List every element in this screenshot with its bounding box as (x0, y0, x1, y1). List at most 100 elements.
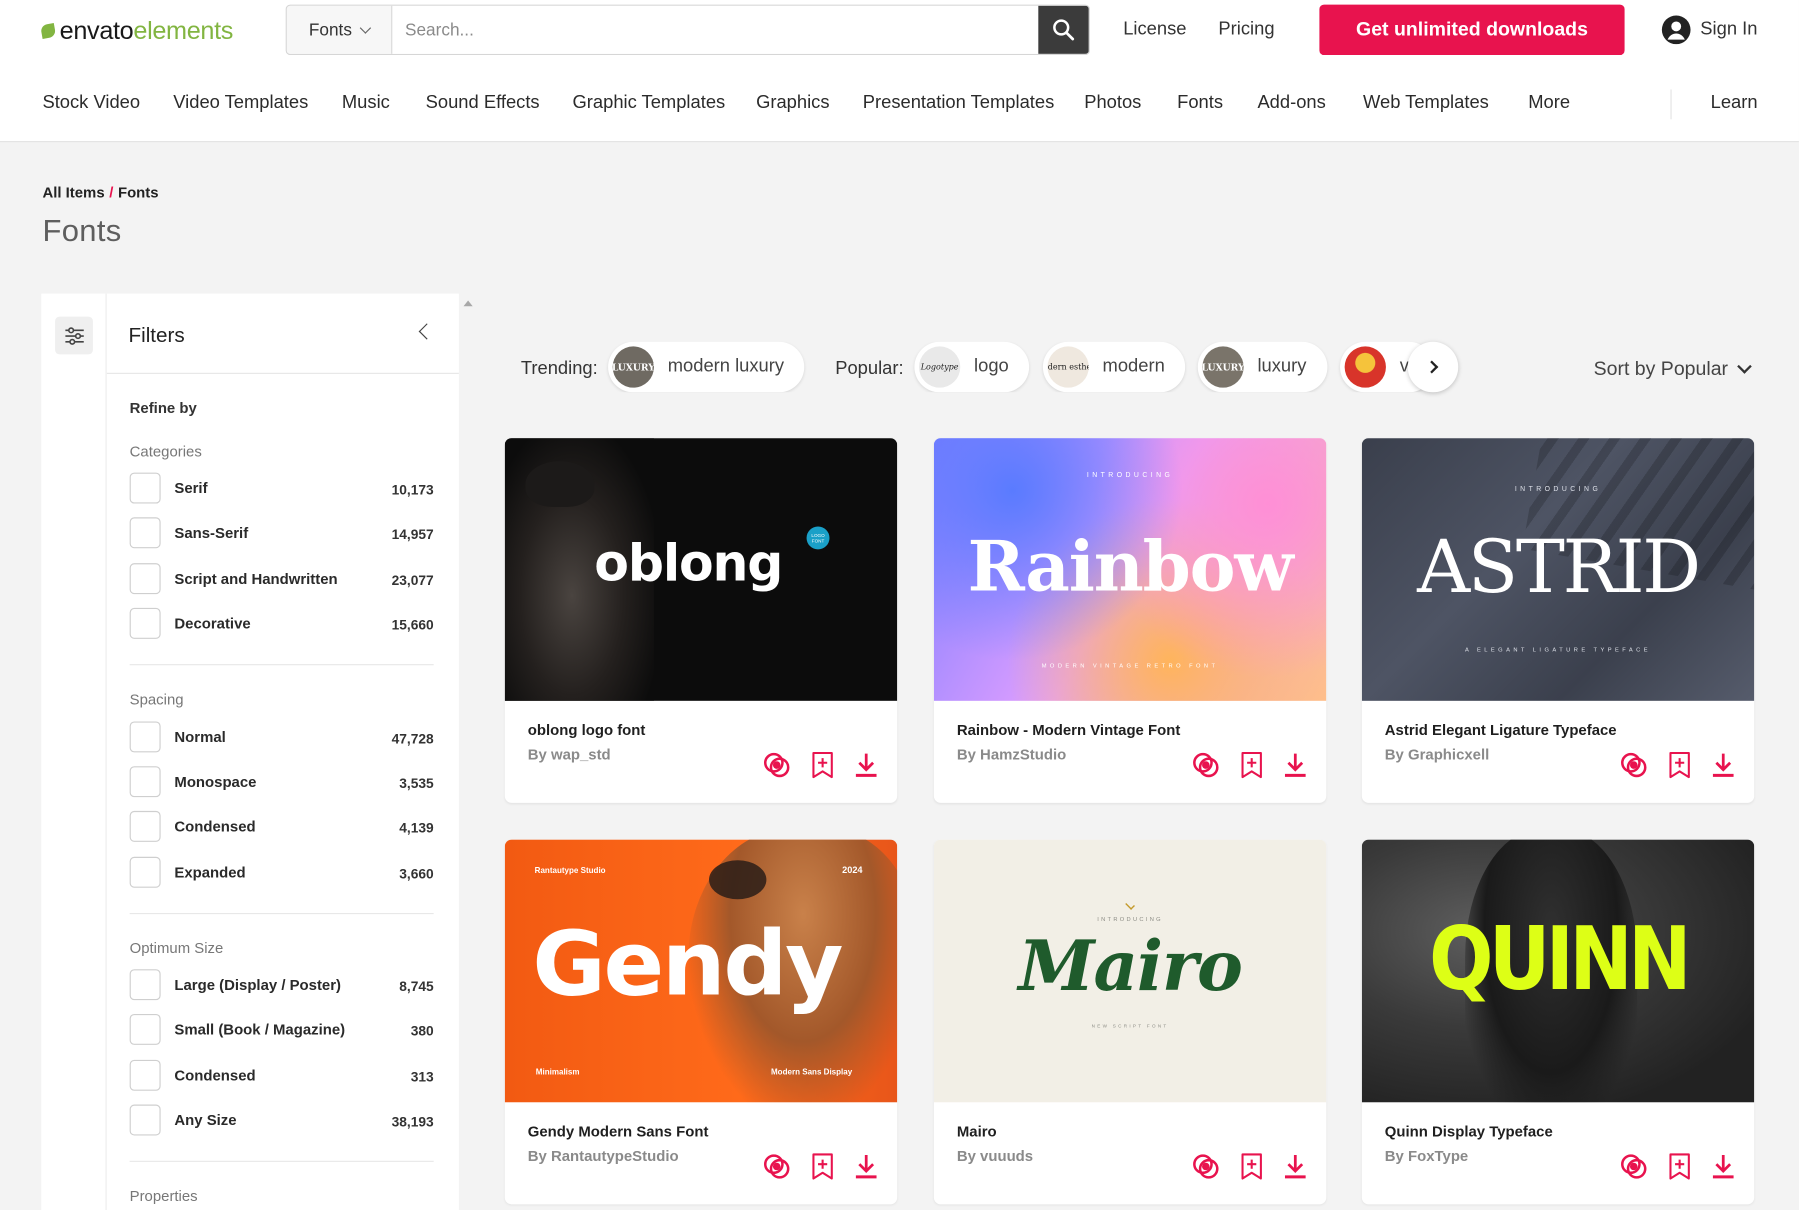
card-title[interactable]: Quinn Display Typeface (1385, 1123, 1553, 1140)
nav-learn[interactable]: Learn (1711, 93, 1758, 114)
breadcrumb-all-items[interactable]: All Items (42, 184, 104, 201)
search-button[interactable] (1038, 5, 1089, 54)
filter-option-size-condensed[interactable]: Condensed 313 (129, 1059, 434, 1091)
filter-option-small[interactable]: Small (Book / Magazine) 380 (129, 1013, 434, 1045)
card-title[interactable]: Rainbow - Modern Vintage Font (957, 721, 1180, 738)
filter-option-sans-serif[interactable]: Sans-Serif 14,957 (129, 516, 434, 548)
filter-option-script[interactable]: Script and Handwritten 23,077 (129, 562, 434, 594)
checkbox[interactable] (129, 471, 161, 503)
similar-items-button[interactable] (1191, 1152, 1221, 1182)
font-preview-image[interactable]: INTRODUCING Mairo NEW SCRIPT FONT (933, 839, 1327, 1103)
filter-option-any-size[interactable]: Any Size 38,193 (129, 1103, 434, 1135)
card-title[interactable]: Mairo (957, 1123, 997, 1140)
download-button[interactable] (1280, 750, 1310, 780)
tag-modern[interactable]: Modern esthetic modern (1042, 341, 1186, 393)
filter-option-normal[interactable]: Normal 47,728 (129, 720, 434, 752)
card-title[interactable]: Astrid Elegant Ligature Typeface (1385, 721, 1617, 738)
filter-option-serif[interactable]: Serif 10,173 (129, 471, 434, 503)
card-author[interactable]: By vuuuds (957, 1147, 1033, 1164)
filter-option-condensed[interactable]: Condensed 4,139 (129, 810, 434, 842)
card-author[interactable]: By HamzStudio (957, 746, 1066, 763)
checkbox[interactable] (129, 765, 161, 797)
similar-items-button[interactable] (762, 1152, 792, 1182)
add-to-collection-button[interactable] (808, 1152, 838, 1182)
filter-option-large[interactable]: Large (Display / Poster) 8,745 (129, 968, 434, 1000)
font-card[interactable]: INTRODUCING Mairo NEW SCRIPT FONT Mairo … (933, 839, 1327, 1205)
sort-dropdown[interactable]: Sort by Popular (1594, 358, 1752, 381)
filter-option-label: Condensed (174, 1066, 256, 1084)
add-to-collection-button[interactable] (808, 750, 838, 780)
checkbox[interactable] (129, 1059, 161, 1091)
filter-toggle-button[interactable] (55, 316, 93, 355)
card-author[interactable]: By FoxType (1385, 1147, 1468, 1164)
similar-items-button[interactable] (1619, 750, 1649, 780)
license-link[interactable]: License (1123, 19, 1186, 40)
similar-items-button[interactable] (1619, 1152, 1649, 1182)
nav-photos[interactable]: Photos (1084, 93, 1141, 114)
search-scope-dropdown[interactable]: Fonts (286, 5, 393, 54)
nav-music[interactable]: Music (342, 93, 390, 114)
font-preview-image[interactable]: INTRODUCING Rainbow MODERN VINTAGE RETRO… (933, 438, 1327, 701)
tag-luxury[interactable]: LUXURY luxury (1197, 341, 1328, 393)
download-button[interactable] (1280, 1152, 1310, 1182)
add-to-collection-button[interactable] (1237, 750, 1267, 780)
tag-modern-luxury[interactable]: LUXURY modern luxury (608, 341, 805, 393)
checkbox[interactable] (129, 968, 161, 1000)
filter-option-expanded[interactable]: Expanded 3,660 (129, 856, 434, 888)
nav-web-templates[interactable]: Web Templates (1363, 93, 1489, 114)
chevron-left-icon[interactable] (418, 323, 435, 340)
tags-next-button[interactable] (1407, 341, 1459, 393)
font-preview-image[interactable]: INTRODUCING ASTRID A ELEGANT LIGATURE TY… (1361, 438, 1755, 701)
checkbox[interactable] (129, 562, 161, 594)
checkbox[interactable] (129, 607, 161, 639)
filter-option-monospace[interactable]: Monospace 3,535 (129, 765, 434, 797)
sign-in-label: Sign In (1700, 19, 1758, 39)
card-author[interactable]: By RantautypeStudio (528, 1147, 679, 1164)
add-to-collection-button[interactable] (1665, 750, 1695, 780)
filter-option-decorative[interactable]: Decorative 15,660 (129, 607, 434, 639)
nav-video-templates[interactable]: Video Templates (173, 93, 308, 114)
search-input[interactable] (392, 5, 1039, 54)
nav-graphic-templates[interactable]: Graphic Templates (573, 93, 726, 114)
similar-items-button[interactable] (762, 750, 792, 780)
download-button[interactable] (851, 750, 881, 780)
download-button[interactable] (1708, 750, 1738, 780)
nav-fonts[interactable]: Fonts (1177, 93, 1223, 114)
card-title[interactable]: oblong logo font (528, 721, 646, 738)
font-card[interactable]: oblong LOGO FONT oblong logo font By wap… (504, 438, 898, 803)
checkbox[interactable] (129, 810, 161, 842)
get-unlimited-downloads-button[interactable]: Get unlimited downloads (1319, 4, 1625, 56)
add-to-collection-button[interactable] (1665, 1152, 1695, 1182)
nav-graphics[interactable]: Graphics (756, 93, 829, 114)
font-card[interactable]: QUINN Quinn Display Typeface By FoxType (1361, 839, 1755, 1205)
download-button[interactable] (1708, 1152, 1738, 1182)
nav-stock-video[interactable]: Stock Video (42, 93, 140, 114)
tag-logo[interactable]: Logotype logo (914, 341, 1030, 393)
card-author[interactable]: By Graphicxell (1385, 746, 1489, 763)
card-title[interactable]: Gendy Modern Sans Font (528, 1123, 709, 1140)
checkbox[interactable] (129, 1013, 161, 1045)
card-author[interactable]: By wap_std (528, 746, 611, 763)
add-to-collection-button[interactable] (1237, 1152, 1267, 1182)
checkbox[interactable] (129, 720, 161, 752)
similar-items-button[interactable] (1191, 750, 1221, 780)
checkbox[interactable] (129, 856, 161, 888)
download-button[interactable] (851, 1152, 881, 1182)
nav-more[interactable]: More (1528, 93, 1570, 114)
checkbox[interactable] (129, 1103, 161, 1135)
font-card[interactable]: Rantautype Studio 2024 Gendy Minimalism … (504, 839, 898, 1205)
font-preview-image[interactable]: QUINN (1361, 839, 1755, 1103)
checkbox[interactable] (129, 516, 161, 548)
font-card[interactable]: INTRODUCING ASTRID A ELEGANT LIGATURE TY… (1361, 438, 1755, 803)
nav-presentation-templates[interactable]: Presentation Templates (863, 93, 1055, 114)
sign-in-button[interactable]: Sign In (1661, 15, 1757, 45)
pricing-link[interactable]: Pricing (1218, 19, 1274, 40)
nav-add-ons[interactable]: Add-ons (1257, 93, 1325, 114)
font-card[interactable]: INTRODUCING Rainbow MODERN VINTAGE RETRO… (933, 438, 1327, 803)
font-preview-image[interactable]: oblong LOGO FONT (504, 438, 898, 701)
nav-sound-effects[interactable]: Sound Effects (426, 93, 540, 114)
scrollbar-up-arrow[interactable] (463, 300, 473, 307)
envato-logo[interactable]: envato elements (40, 16, 233, 46)
filter-option-label: Any Size (174, 1110, 237, 1129)
font-preview-image[interactable]: Rantautype Studio 2024 Gendy Minimalism … (504, 839, 898, 1103)
